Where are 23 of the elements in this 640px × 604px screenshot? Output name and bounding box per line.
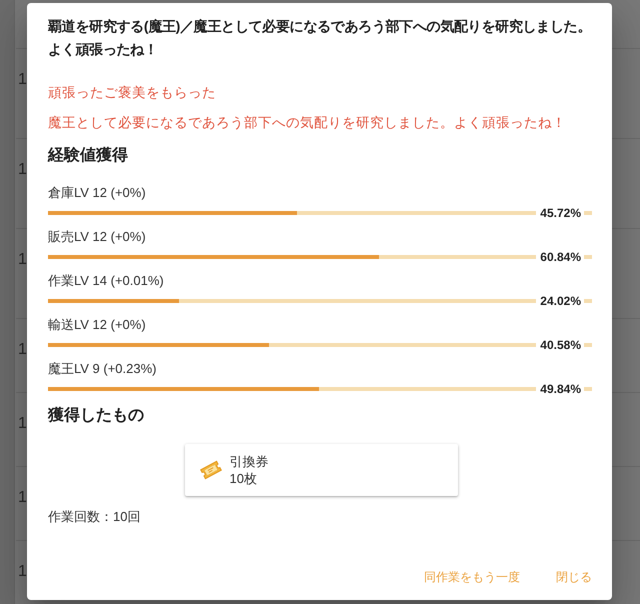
ticket-icon	[198, 458, 222, 482]
skill-level-label: 魔王LV 9 (+0.23%)	[48, 360, 158, 378]
reward-item-quantity: 10枚	[230, 470, 258, 487]
row-number: 1	[18, 415, 27, 433]
row-number: 1	[18, 341, 27, 359]
row-number: 1	[18, 71, 27, 89]
skill-level-label: 販売LV 12 (+0%)	[48, 228, 147, 246]
work-count-text: 作業回数：10回	[48, 508, 142, 526]
section-heading: 獲得したもの	[48, 406, 145, 426]
row-number: 1	[18, 489, 27, 507]
reward-item-name: 引換券	[230, 453, 268, 470]
skill-level-label: 作業LV 14 (+0.01%)	[48, 272, 165, 290]
reward-message: 頑張ったご褒美をもらった	[48, 84, 217, 102]
reward-message: 魔王として必要になるであろう部下への気配りを研究しました。よく頑張ったね！	[48, 114, 567, 132]
skill-level-label: 輸送LV 12 (+0%)	[48, 316, 147, 334]
row-number: 1	[18, 563, 27, 581]
skill-level-label: 倉庫LV 12 (+0%)	[48, 184, 147, 202]
section-heading: 経験値獲得	[48, 146, 129, 166]
dialog-title: 覇道を研究する(魔王)／魔王として必要になるであろう部下への気配りを研究しました。よく頑張ったね！	[48, 17, 592, 59]
close-button[interactable]: 閉じる	[548, 559, 600, 595]
row-number: 1	[18, 161, 27, 179]
row-number: 1	[18, 251, 27, 269]
repeat-task-button[interactable]: 同作業をもう一度	[416, 559, 528, 595]
